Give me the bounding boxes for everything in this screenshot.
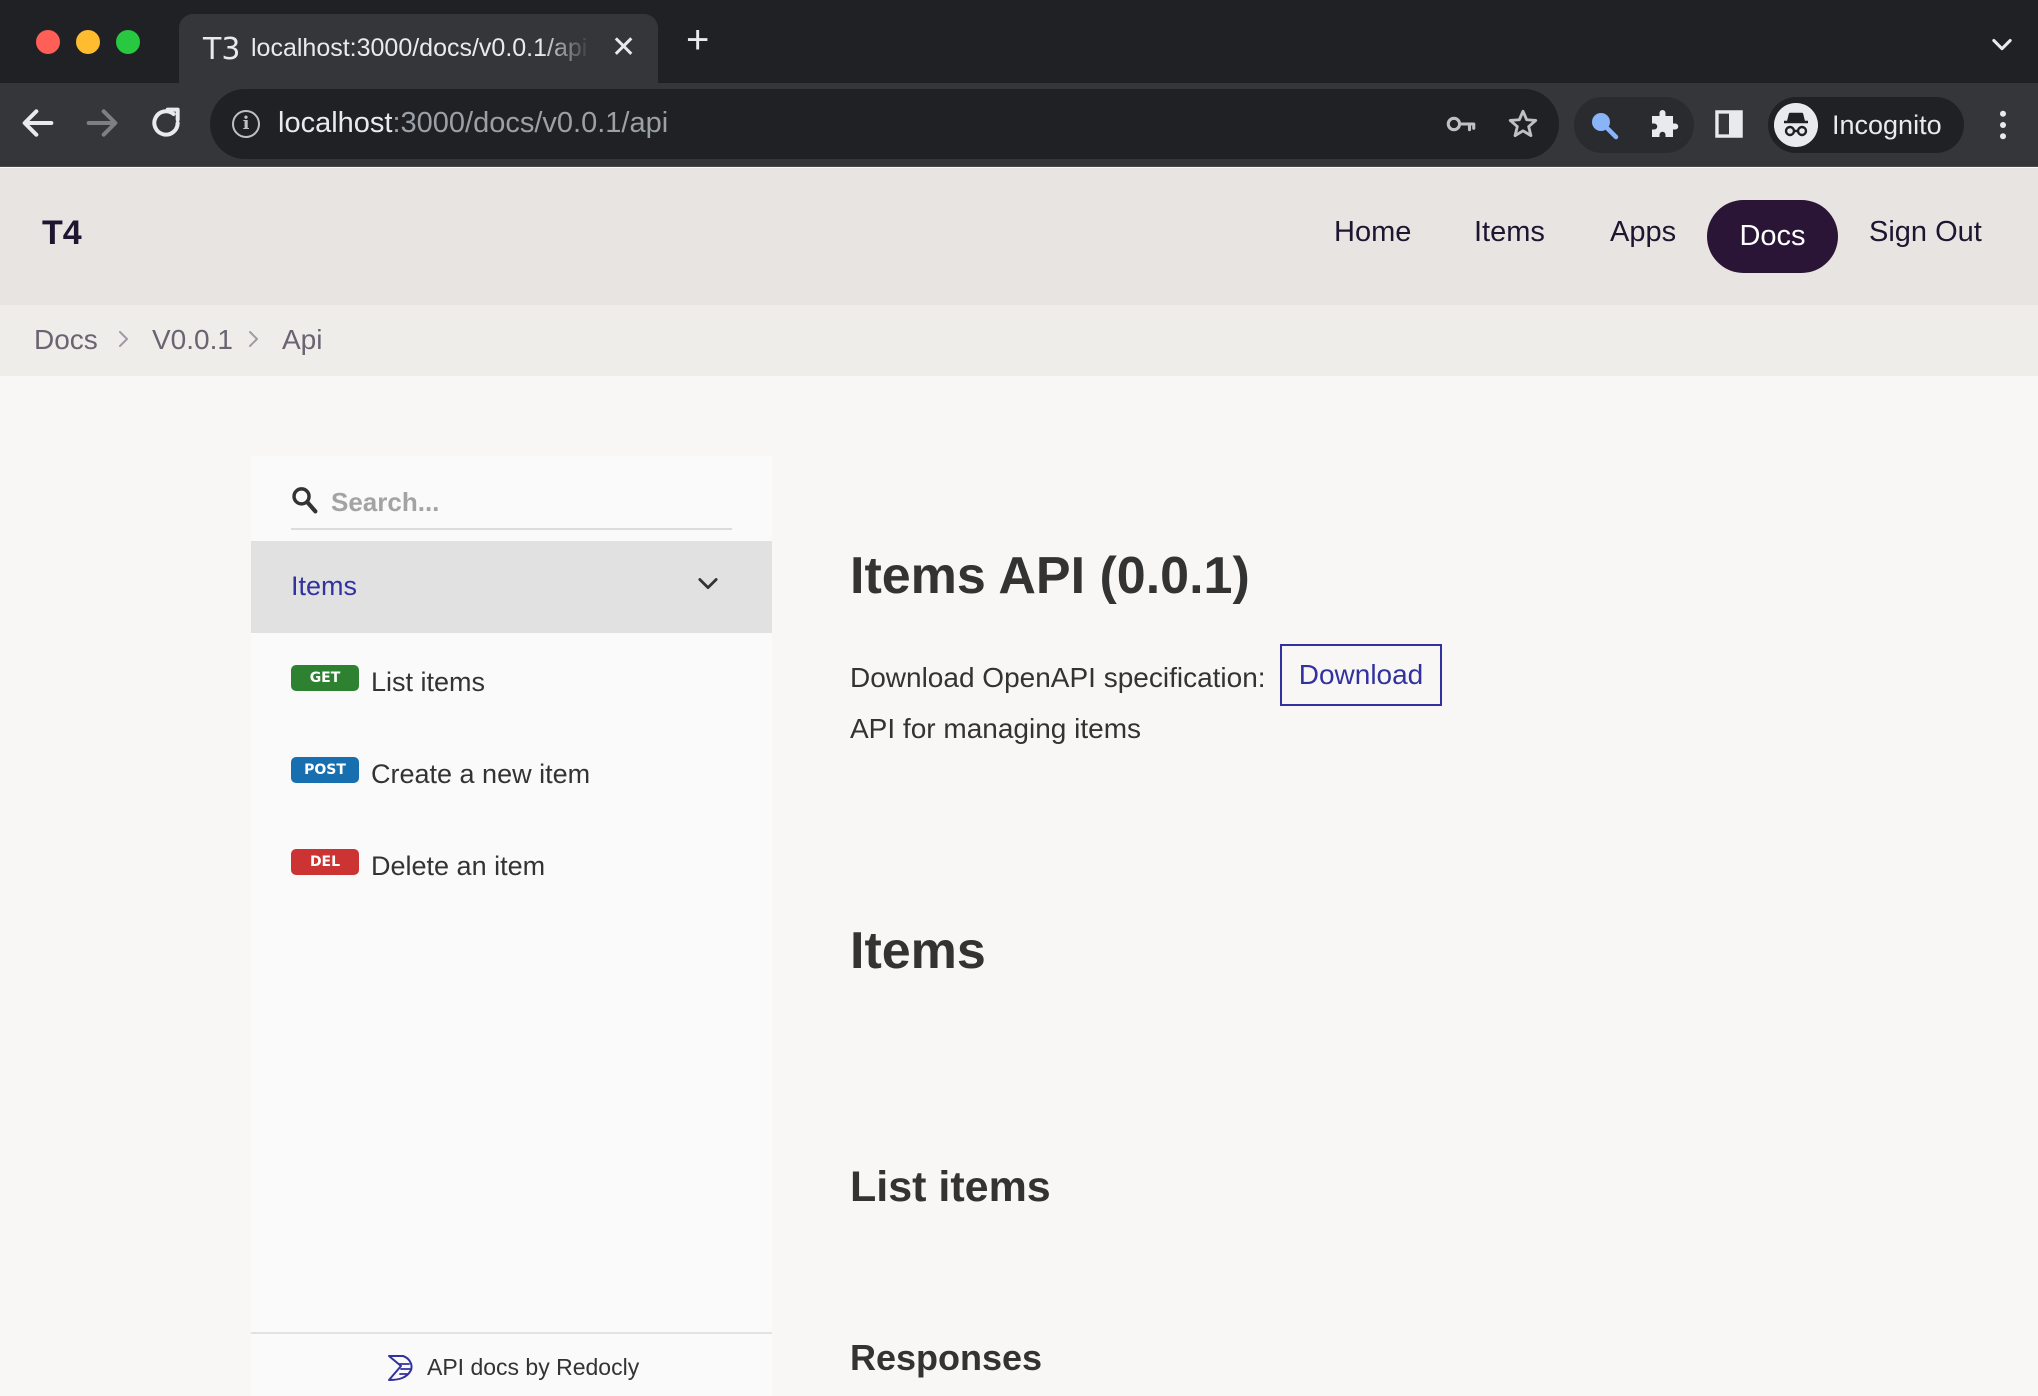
- incognito-profile-button[interactable]: Incognito: [1768, 97, 1964, 153]
- breadcrumb: Docs V0.0.1 Api: [0, 305, 2038, 376]
- profile-label: Incognito: [1832, 110, 1942, 140]
- key-icon[interactable]: [1444, 107, 1478, 141]
- browser-toolbar: i localhost:3000/docs/v0.0.1/api Incogni…: [0, 83, 2038, 167]
- address-path: :3000/docs/v0.0.1/api: [392, 107, 669, 139]
- nav-link-docs[interactable]: Docs: [1707, 200, 1838, 273]
- api-sidebar: Items GET List items POST Create a new i…: [251, 456, 772, 1396]
- search-icon: [292, 487, 318, 514]
- incognito-icon: [1774, 103, 1818, 147]
- breadcrumb-version[interactable]: V0.0.1: [152, 324, 233, 356]
- browser-tab-active[interactable]: T3 localhost:3000/docs/v0.0.1/api ✕: [179, 14, 658, 83]
- chevron-right-icon: [119, 331, 128, 347]
- method-badge-delete: DEL: [291, 849, 359, 875]
- operation-title: List items: [850, 1163, 1051, 1211]
- api-title: Items API (0.0.1): [850, 547, 1250, 605]
- window-minimize-button[interactable]: [76, 30, 100, 54]
- method-badge-get: GET: [291, 665, 359, 691]
- responses-heading: Responses: [850, 1337, 1043, 1378]
- nav-link-apps[interactable]: Apps: [1610, 216, 1676, 249]
- extensions-group: [1574, 97, 1694, 153]
- search-input[interactable]: [331, 482, 731, 522]
- address-host: localhost: [278, 107, 393, 139]
- lens-icon[interactable]: [1586, 107, 1622, 143]
- plus-icon[interactable]: +: [686, 20, 709, 60]
- sidebar-item-delete-item[interactable]: DEL Delete an item: [291, 845, 751, 895]
- breadcrumb-docs[interactable]: Docs: [34, 324, 98, 356]
- tab-favicon: T3: [203, 32, 241, 67]
- nav-link-home[interactable]: Home: [1334, 216, 1411, 249]
- nav-link-items[interactable]: Items: [1474, 216, 1545, 249]
- site-logo[interactable]: T4: [42, 214, 82, 253]
- info-icon[interactable]: i: [232, 110, 260, 138]
- window-close-button[interactable]: [36, 30, 60, 54]
- section-title-items: Items: [850, 922, 986, 980]
- address-url[interactable]: localhost:3000/docs/v0.0.1/api: [278, 107, 668, 140]
- sidebar-group-items[interactable]: Items: [251, 541, 772, 633]
- window-zoom-button[interactable]: [116, 30, 140, 54]
- browser-tab-strip: T3 localhost:3000/docs/v0.0.1/api ✕ +: [0, 0, 2038, 83]
- sidebar-item-list-items[interactable]: GET List items: [291, 661, 751, 711]
- sidebar-footer[interactable]: API docs by Redocly: [251, 1332, 772, 1396]
- breadcrumb-api: Api: [282, 324, 323, 355]
- download-button[interactable]: Download: [1280, 644, 1442, 706]
- sidebar-item-label: Create a new item: [371, 759, 591, 789]
- more-icon[interactable]: [1988, 107, 2018, 143]
- chevron-right-icon: [249, 331, 258, 347]
- redocly-attribution: API docs by Redocly: [427, 1354, 640, 1380]
- address-bar[interactable]: i localhost:3000/docs/v0.0.1/api: [210, 89, 1559, 159]
- star-icon[interactable]: [1506, 107, 1540, 141]
- chevron-down-icon[interactable]: [1988, 30, 2016, 58]
- sidebar-item-create-item[interactable]: POST Create a new item: [291, 753, 751, 803]
- sidebar-item-label: List items: [371, 667, 486, 697]
- back-icon[interactable]: [18, 103, 58, 143]
- side-panel-icon[interactable]: [1712, 107, 1746, 141]
- download-spec-label: Download OpenAPI specification:: [850, 662, 1266, 693]
- api-description: API for managing items: [850, 713, 1142, 744]
- forward-icon[interactable]: [82, 103, 122, 143]
- reload-icon[interactable]: [146, 103, 186, 143]
- site-header: T4 Home Items Apps Docs Sign Out: [0, 168, 2038, 305]
- sidebar-group-label: Items: [291, 571, 358, 601]
- close-icon[interactable]: ✕: [611, 30, 636, 65]
- redocly-logo-icon: [388, 1355, 413, 1381]
- tab-title: localhost:3000/docs/v0.0.1/api: [251, 34, 588, 62]
- nav-link-sign-out[interactable]: Sign Out: [1869, 216, 1982, 249]
- search-box: [291, 476, 732, 530]
- puzzle-icon[interactable]: [1646, 107, 1682, 143]
- method-badge-post: POST: [291, 757, 359, 783]
- sidebar-item-label: Delete an item: [371, 851, 546, 881]
- chevron-down-icon: [698, 578, 718, 590]
